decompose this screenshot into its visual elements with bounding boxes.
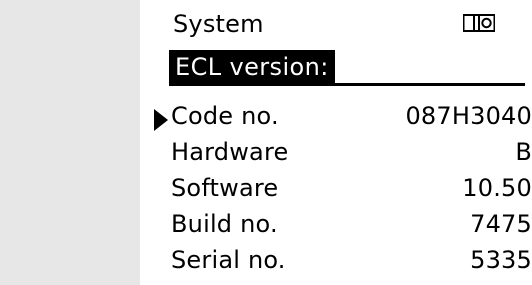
section-divider bbox=[169, 83, 525, 86]
info-row-label: Serial no. bbox=[171, 246, 286, 274]
info-row-value: 087H3040 bbox=[405, 102, 532, 130]
left-gutter bbox=[0, 0, 140, 285]
info-row-code-no[interactable]: Code no. 087H3040 bbox=[140, 98, 532, 134]
info-row-label: Software bbox=[171, 174, 279, 202]
info-row-value: B bbox=[515, 138, 532, 166]
mode-switch-icon[interactable] bbox=[462, 14, 496, 32]
info-row-software[interactable]: Software 10.50 bbox=[140, 170, 532, 206]
info-row-label: Code no. bbox=[171, 102, 279, 130]
info-row-value: 7475 bbox=[470, 210, 532, 238]
selection-pointer-icon bbox=[154, 105, 168, 131]
page-title: System bbox=[173, 10, 264, 38]
info-row-build-no[interactable]: Build no. 7475 bbox=[140, 206, 532, 242]
info-row-value: 5335 bbox=[470, 246, 532, 274]
info-row-label: Hardware bbox=[171, 138, 289, 166]
section-label: ECL version: bbox=[169, 50, 335, 85]
display-screen: System ECL version: Code no. 087H3040 Ha… bbox=[140, 0, 532, 285]
info-row-hardware[interactable]: Hardware B bbox=[140, 134, 532, 170]
info-row-serial-no[interactable]: Serial no. 5335 bbox=[140, 242, 532, 278]
info-row-value: 10.50 bbox=[462, 174, 532, 202]
info-row-label: Build no. bbox=[171, 210, 278, 238]
